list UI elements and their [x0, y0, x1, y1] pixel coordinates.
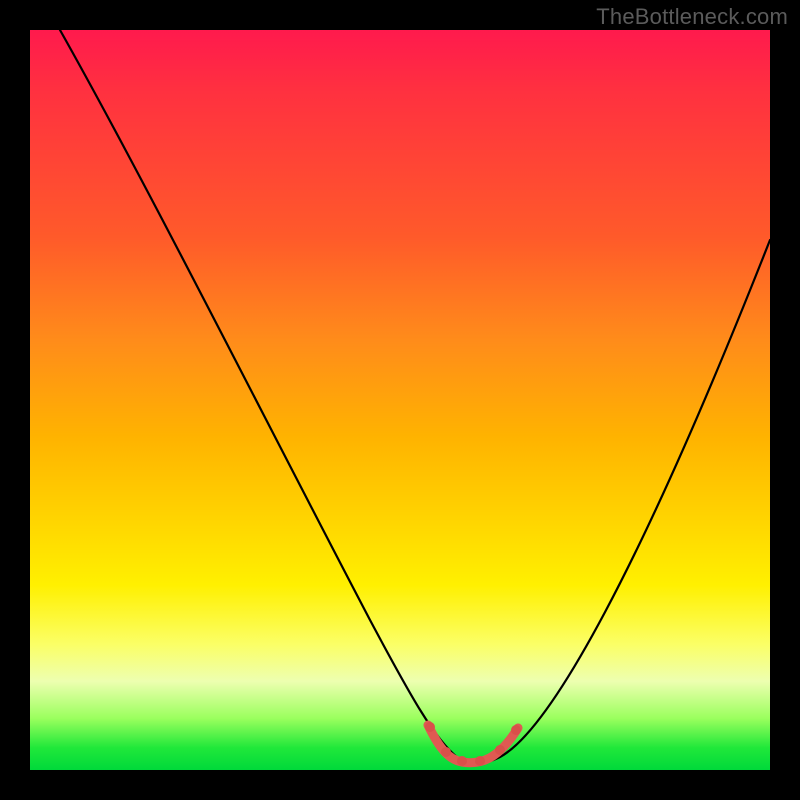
watermark-text: TheBottleneck.com: [596, 4, 788, 30]
chart-svg: [30, 30, 770, 770]
chart-frame: TheBottleneck.com: [0, 0, 800, 800]
bottleneck-curve: [60, 30, 770, 764]
optimal-dot: [495, 745, 505, 755]
optimal-dot: [511, 725, 521, 735]
optimal-dot: [441, 747, 451, 757]
chart-plot-area: [30, 30, 770, 770]
optimal-dot: [425, 722, 435, 732]
optimal-dot: [475, 756, 485, 766]
optimal-dot: [457, 756, 467, 766]
optimal-band: [428, 725, 518, 763]
